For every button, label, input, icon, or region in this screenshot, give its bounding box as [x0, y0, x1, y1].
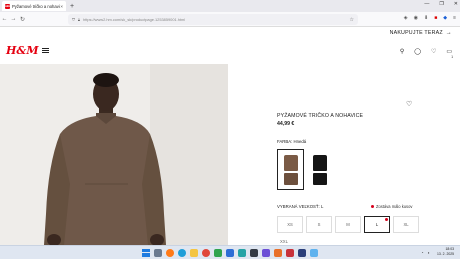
- size-option-xs[interactable]: XS: [277, 216, 303, 233]
- add-to-favorites-heart-icon[interactable]: ♡: [406, 100, 412, 108]
- volume-icon[interactable]: ◗: [428, 250, 430, 255]
- low-stock-dot-icon: [371, 205, 374, 208]
- app-orange-icon[interactable]: [274, 248, 282, 257]
- search-taskbar-icon[interactable]: [154, 248, 162, 257]
- arrow-right-icon: →: [445, 30, 452, 36]
- app-red-icon[interactable]: [286, 248, 294, 257]
- menu-icon[interactable]: ≡: [453, 15, 456, 21]
- browser-window: H&M Pyžamové tričko a nohavice × + — ❐ ✕…: [0, 0, 460, 259]
- banner-text: NAKUPUJTE TERAZ: [389, 30, 443, 36]
- site-header-icons: ⚲ ◯ ♡ ▭ 1: [400, 48, 453, 59]
- windows-start-icon[interactable]: [142, 248, 150, 257]
- maximize-button[interactable]: ❐: [439, 1, 443, 7]
- forward-icon[interactable]: →: [9, 16, 18, 22]
- low-stock-notice: Zostáva málo kusov: [371, 204, 412, 209]
- hm-logo[interactable]: H&M: [6, 44, 39, 57]
- low-stock-mark-icon: [385, 218, 388, 221]
- model-illustration: [0, 64, 228, 245]
- address-bar[interactable]: ⛉ 🔒︎ https://www2.hm.com/sk_sk/productpa…: [68, 14, 358, 25]
- clock-date: 13. 2. 2025: [437, 252, 454, 256]
- swatch-shirt: [312, 154, 327, 171]
- clock[interactable]: 18:03 13. 2. 2025: [437, 247, 454, 257]
- toolbar-icons: ◈ ◉ ⬇ ■ ◆ ≡: [404, 15, 456, 21]
- stock-text: Zostáva málo kusov: [376, 204, 413, 209]
- app-green-icon[interactable]: [214, 248, 222, 257]
- hamburger-menu-icon[interactable]: [42, 48, 49, 53]
- app-lightblue-icon[interactable]: [310, 248, 318, 257]
- cart-count: 1: [451, 55, 453, 59]
- account-icon[interactable]: ◉: [414, 15, 418, 21]
- minimize-button[interactable]: —: [424, 1, 429, 7]
- selected-size-label: VYBRANÁ VEĽKOSŤ: L: [277, 204, 324, 209]
- size-selector: XS S M L XL: [277, 216, 419, 233]
- app-purple-icon[interactable]: [262, 248, 270, 257]
- extension-blue-icon[interactable]: ◆: [443, 15, 447, 21]
- app-navy-icon[interactable]: [298, 248, 306, 257]
- shop-now-banner[interactable]: NAKUPUJTE TERAZ →: [390, 30, 452, 36]
- app-dark-icon[interactable]: [250, 248, 258, 257]
- browser-tab-active[interactable]: H&M Pyžamové tričko a nohavice ×: [2, 1, 66, 11]
- color-swatch-brown[interactable]: [277, 149, 304, 190]
- tab-bar: H&M Pyžamové tričko a nohavice × + — ❐ ✕: [0, 0, 460, 12]
- pocket-icon[interactable]: ◈: [404, 15, 408, 21]
- system-tray-icons: ◔ ◗: [421, 250, 430, 255]
- window-controls: — ❐ ✕: [424, 1, 458, 7]
- size-option-xxl[interactable]: XXL: [280, 239, 288, 244]
- network-icon[interactable]: ◔: [421, 250, 423, 255]
- swatch-shirt: [283, 154, 298, 171]
- hm-favicon-icon: H&M: [4, 3, 11, 9]
- firefox-icon[interactable]: [166, 248, 174, 257]
- size-option-s[interactable]: S: [306, 216, 332, 233]
- size-option-m[interactable]: M: [335, 216, 361, 233]
- url-text: https://www2.hm.com/sk_sk/productpage.12…: [83, 17, 186, 22]
- search-icon[interactable]: ⚲: [400, 48, 404, 55]
- downloads-icon[interactable]: ⬇: [424, 15, 428, 21]
- product-title: PYŽAMOVÉ TRIČKO A NOHAVICE: [277, 113, 364, 119]
- heart-icon[interactable]: ♡: [431, 48, 436, 55]
- back-icon[interactable]: ←: [0, 16, 9, 22]
- chrome-icon[interactable]: [202, 248, 210, 257]
- windows-taskbar: ◔ ◗ 18:03 13. 2. 2025: [0, 245, 460, 259]
- tab-title: Pyžamové tričko a nohavice: [12, 3, 61, 9]
- swatch-pants: [283, 172, 298, 185]
- color-label: FARBA: Hnedá: [277, 139, 307, 144]
- close-tab-icon[interactable]: ×: [60, 4, 63, 9]
- color-swatch-black[interactable]: [306, 149, 333, 190]
- cart-icon[interactable]: ▭ 1: [446, 48, 453, 59]
- lock-icon: 🔒︎: [77, 17, 80, 22]
- size-option-xl[interactable]: XL: [393, 216, 419, 233]
- product-image[interactable]: [0, 64, 228, 245]
- size-option-l[interactable]: L: [364, 216, 390, 233]
- product-price: 44,99 €: [277, 121, 295, 127]
- close-window-button[interactable]: ✕: [454, 1, 458, 7]
- file-explorer-icon[interactable]: [190, 248, 198, 257]
- app-teal-icon[interactable]: [238, 248, 246, 257]
- user-icon[interactable]: ◯: [414, 48, 421, 55]
- app-blue-icon[interactable]: [226, 248, 234, 257]
- navigation-bar: ← → ↻ ⛉ 🔒︎ https://www2.hm.com/sk_sk/pro…: [0, 12, 460, 27]
- edge-icon[interactable]: [178, 248, 186, 257]
- new-tab-button[interactable]: +: [70, 3, 74, 10]
- swatch-pants: [312, 172, 327, 185]
- reload-icon[interactable]: ↻: [18, 16, 27, 23]
- extension-icon[interactable]: ■: [434, 15, 437, 21]
- shield-icon: ⛉: [72, 17, 75, 22]
- bookmark-star-icon[interactable]: ☆: [350, 17, 354, 23]
